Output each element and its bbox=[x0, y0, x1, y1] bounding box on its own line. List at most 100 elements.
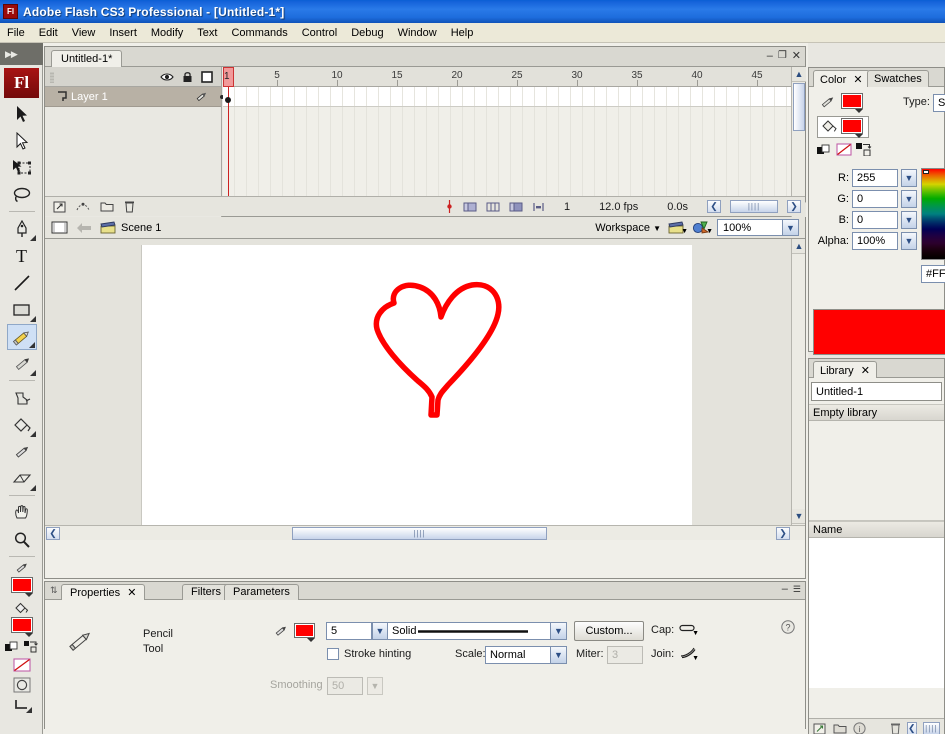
eye-icon[interactable] bbox=[160, 72, 174, 82]
edit-scene-button-icon[interactable]: ▼ bbox=[668, 221, 685, 235]
menu-item-modify[interactable]: Modify bbox=[144, 25, 190, 41]
eraser-tool-flyout-arrow[interactable] bbox=[30, 485, 36, 491]
subselection-tool[interactable] bbox=[7, 128, 37, 154]
join-style-select[interactable]: ▼ bbox=[679, 646, 697, 659]
properties-panel-grip[interactable]: ⇅ bbox=[50, 585, 58, 596]
menu-item-text[interactable]: Text bbox=[190, 25, 224, 41]
menu-item-view[interactable]: View bbox=[65, 25, 103, 41]
rectangle-tool[interactable] bbox=[7, 297, 37, 323]
stage-canvas[interactable] bbox=[141, 245, 692, 540]
gradient-type-select[interactable]: S bbox=[933, 94, 945, 112]
stroke-color-swatch[interactable] bbox=[11, 577, 33, 593]
miter-input[interactable]: 3 bbox=[607, 646, 643, 664]
layer-expand-icon[interactable] bbox=[57, 91, 69, 102]
edit-multiple-frames-icon[interactable] bbox=[509, 201, 523, 213]
stage-vertical-scrollbar[interactable]: ▲ ▼ bbox=[791, 239, 805, 540]
hex-color-input[interactable]: #FF bbox=[921, 265, 945, 283]
green-input[interactable]: 0 bbox=[852, 190, 898, 208]
keyframe-marker[interactable] bbox=[225, 97, 231, 103]
delete-icon[interactable] bbox=[890, 722, 901, 734]
black-and-white-icon[interactable] bbox=[5, 641, 19, 653]
no-color-icon[interactable] bbox=[13, 658, 31, 672]
zoom-level-select[interactable]: 100% ▼ bbox=[717, 219, 799, 236]
menu-item-help[interactable]: Help bbox=[444, 25, 481, 41]
pen-tool-flyout-arrow[interactable] bbox=[30, 235, 36, 241]
properties-stroke-color-swatch[interactable] bbox=[294, 623, 315, 638]
color-picker-gradient[interactable] bbox=[921, 168, 945, 260]
timeline-vertical-scrollbar[interactable]: ▲ ▼ bbox=[791, 67, 805, 217]
scale-select[interactable]: Normal ▼ bbox=[485, 646, 567, 664]
brush-tool-flyout-arrow[interactable] bbox=[30, 370, 36, 376]
fill-color-arrow[interactable] bbox=[25, 633, 33, 637]
color-fill-arrow[interactable] bbox=[855, 134, 863, 138]
timeline-scroll-right-button[interactable]: ❯ bbox=[787, 200, 801, 213]
center-frame-icon[interactable] bbox=[445, 200, 454, 213]
layer-name[interactable]: Layer 1 bbox=[71, 91, 108, 103]
color-no-color-icon[interactable] bbox=[836, 143, 852, 156]
close-button[interactable]: ✕ bbox=[792, 49, 801, 62]
outline-icon[interactable] bbox=[201, 71, 213, 83]
timeline-grip[interactable] bbox=[50, 72, 54, 83]
zoom-dropdown-arrow[interactable]: ▼ bbox=[782, 220, 798, 235]
tab-parameters[interactable]: Parameters bbox=[224, 584, 299, 600]
close-icon[interactable]: ✕ bbox=[127, 587, 136, 599]
properties-stroke-color-arrow[interactable] bbox=[307, 638, 315, 642]
rectangle-tool-flyout-arrow[interactable] bbox=[30, 316, 36, 322]
cap-style-select[interactable]: ▼ bbox=[679, 622, 697, 634]
onion-skin-outlines-icon[interactable] bbox=[486, 201, 500, 213]
back-arrow-icon[interactable] bbox=[76, 222, 92, 234]
menu-item-debug[interactable]: Debug bbox=[344, 25, 390, 41]
tab-properties[interactable]: Properties ✕ bbox=[61, 584, 145, 600]
stage-scroll-up-button[interactable]: ▲ bbox=[792, 239, 805, 254]
tools-panel-collapse-handle[interactable]: ▶▶ bbox=[0, 43, 43, 65]
menu-item-control[interactable]: Control bbox=[295, 25, 344, 41]
menu-item-insert[interactable]: Insert bbox=[102, 25, 144, 41]
stroke-hinting-checkbox[interactable] bbox=[327, 648, 339, 660]
swap-colors-icon[interactable] bbox=[24, 641, 39, 653]
properties-icon[interactable]: i bbox=[853, 722, 866, 734]
color-fill-swatch[interactable] bbox=[841, 118, 863, 134]
blue-stepper[interactable]: ▼ bbox=[901, 211, 917, 229]
zoom-tool[interactable] bbox=[7, 527, 37, 553]
eraser-tool[interactable] bbox=[7, 466, 37, 492]
hand-tool[interactable] bbox=[7, 500, 37, 526]
restore-button[interactable]: ❐ bbox=[778, 50, 787, 61]
text-tool[interactable]: T bbox=[7, 243, 37, 269]
menu-item-window[interactable]: Window bbox=[391, 25, 444, 41]
ink-bottle-tool[interactable] bbox=[7, 385, 37, 411]
pencil-tool[interactable] bbox=[7, 324, 37, 350]
pen-tool[interactable] bbox=[7, 216, 37, 242]
green-stepper[interactable]: ▼ bbox=[901, 190, 917, 208]
onion-skin-icon[interactable] bbox=[463, 201, 477, 213]
color-stroke-swatch[interactable] bbox=[841, 93, 863, 109]
close-icon[interactable]: ✕ bbox=[861, 365, 870, 377]
stroke-style-select[interactable]: Solid ▼ bbox=[387, 622, 567, 640]
properties-menu-button[interactable]: ☰ bbox=[793, 584, 801, 595]
scale-dropdown-arrow[interactable]: ▼ bbox=[550, 647, 566, 663]
stroke-weight-dropdown-arrow[interactable]: ▼ bbox=[372, 622, 388, 640]
pencil-tool-flyout-arrow[interactable] bbox=[29, 342, 35, 348]
stroke-style-dropdown-arrow[interactable]: ▼ bbox=[550, 623, 566, 639]
menu-item-commands[interactable]: Commands bbox=[224, 25, 294, 41]
red-stepper[interactable]: ▼ bbox=[901, 169, 917, 187]
red-input[interactable]: 255 bbox=[852, 169, 898, 187]
tab-color[interactable]: Color ✕ bbox=[813, 70, 870, 87]
timeline-ruler[interactable]: 5 10 15 20 25 30 35 40 45 50 55 60 65 7 bbox=[223, 67, 791, 87]
stage-horizontal-thumb[interactable]: |||| bbox=[292, 527, 547, 540]
stroke-weight-input[interactable]: 5 bbox=[326, 622, 372, 640]
paint-bucket-flyout-arrow[interactable] bbox=[30, 431, 36, 437]
custom-stroke-button[interactable]: Custom... bbox=[574, 621, 644, 641]
alpha-input[interactable]: 100% bbox=[852, 232, 898, 250]
minimize-button[interactable]: – bbox=[767, 50, 773, 62]
blue-input[interactable]: 0 bbox=[852, 211, 898, 229]
lock-icon[interactable] bbox=[182, 71, 193, 83]
new-folder-icon[interactable] bbox=[833, 723, 847, 734]
add-motion-guide-icon[interactable] bbox=[76, 201, 90, 213]
menu-item-file[interactable]: File bbox=[0, 25, 32, 41]
brush-tool[interactable] bbox=[7, 351, 37, 377]
timeline-horizontal-thumb[interactable]: |||| bbox=[730, 200, 778, 213]
lasso-tool[interactable] bbox=[7, 182, 37, 208]
new-folder-icon[interactable] bbox=[100, 201, 114, 212]
playhead-marker[interactable]: 1 bbox=[223, 67, 234, 87]
stroke-color-arrow[interactable] bbox=[25, 593, 33, 597]
